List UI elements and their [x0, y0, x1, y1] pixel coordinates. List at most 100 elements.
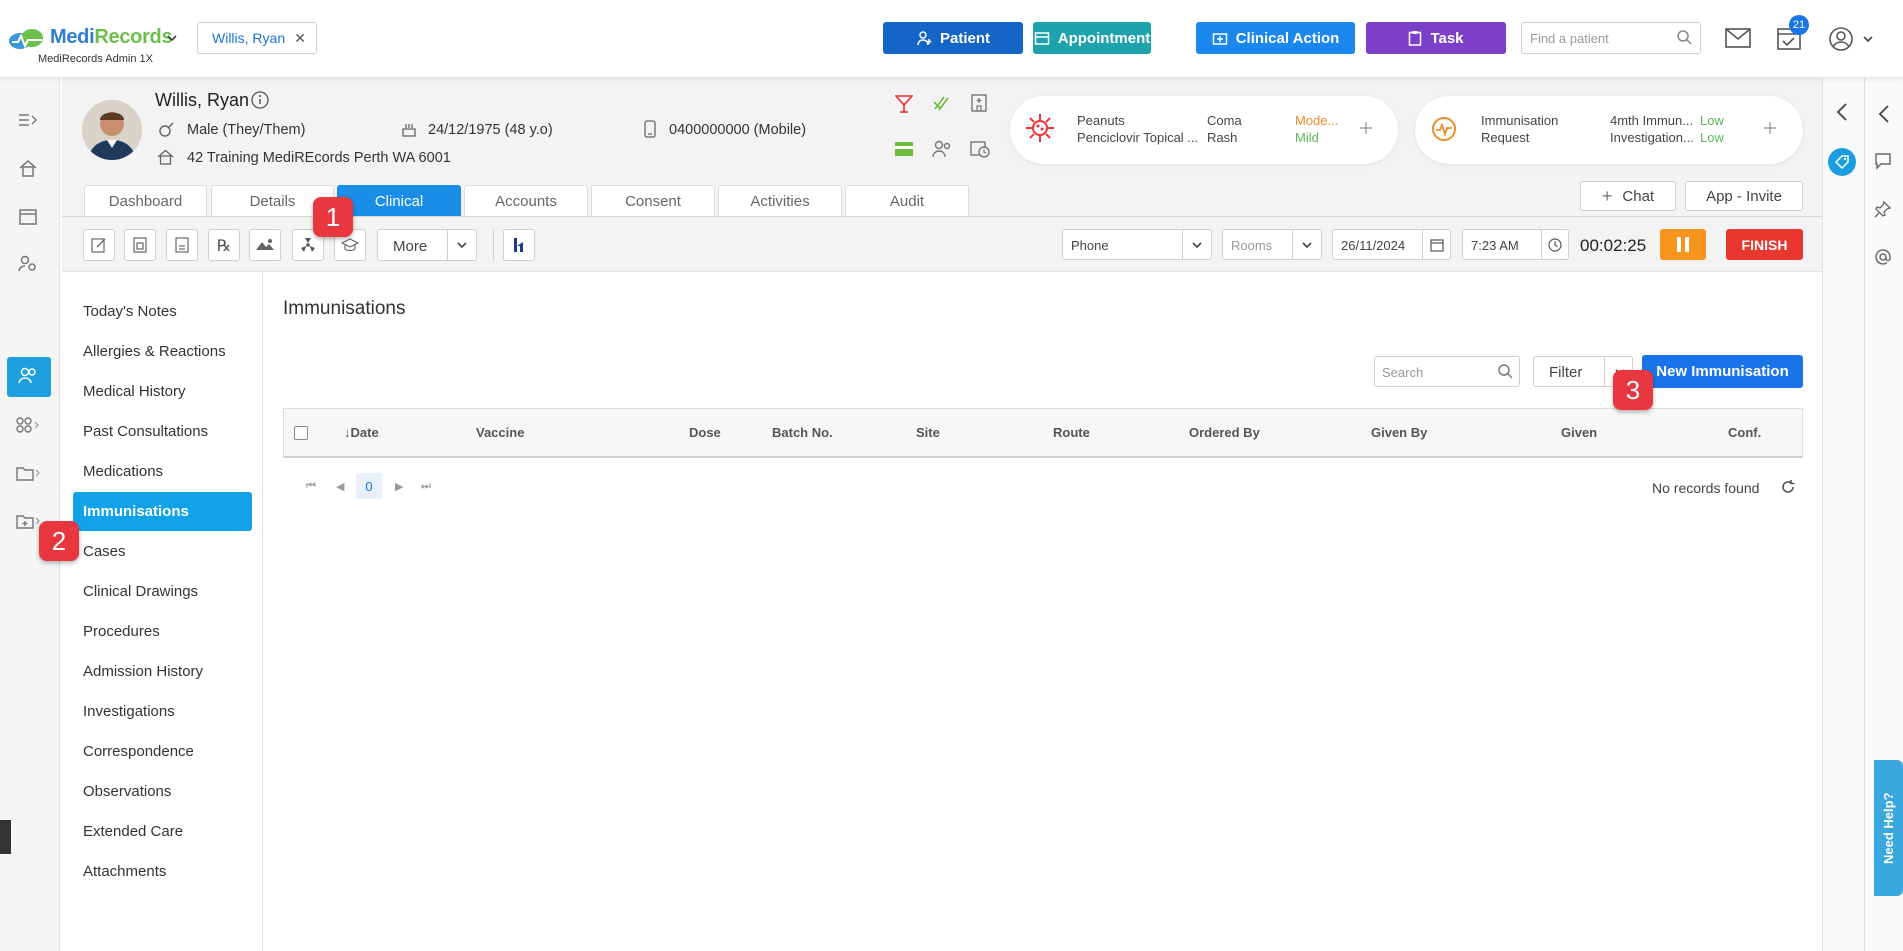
chevron-down-icon[interactable] — [456, 239, 468, 251]
smoking-icon[interactable] — [932, 94, 952, 112]
comment-icon[interactable] — [1874, 152, 1892, 170]
select-all-checkbox[interactable] — [294, 426, 308, 440]
sidebar-item-medical-history[interactable]: Medical History — [83, 383, 186, 400]
prev-page-icon[interactable]: ◀ — [336, 480, 344, 493]
family-icon[interactable] — [932, 140, 952, 158]
calendar-clock-icon[interactable] — [970, 140, 990, 158]
allergy-card[interactable] — [1010, 96, 1398, 164]
pin-icon[interactable] — [1874, 200, 1892, 218]
app-invite-button[interactable]: App - Invite — [1685, 181, 1803, 211]
sidebar-item-extended-care[interactable]: Extended Care — [83, 823, 183, 840]
column-site[interactable]: Site — [916, 425, 940, 440]
info-icon[interactable] — [251, 91, 269, 109]
people-search-icon[interactable] — [14, 250, 42, 278]
column-given-by[interactable]: Given By — [1371, 425, 1427, 440]
clinical-action-button[interactable]: Clinical Action — [1196, 22, 1355, 54]
tab-accounts[interactable]: Accounts — [464, 185, 588, 217]
sidebar-item-past-consultations[interactable]: Past Consultations — [83, 423, 208, 440]
user-avatar-icon[interactable] — [1828, 26, 1854, 52]
collapse-menu-icon[interactable] — [14, 106, 42, 134]
home-icon[interactable] — [14, 154, 42, 182]
tab-activities[interactable]: Activities — [718, 185, 842, 217]
at-mention-icon[interactable] — [1874, 248, 1892, 266]
patients-icon[interactable] — [14, 362, 42, 390]
find-patient-input[interactable]: Find a patient — [1521, 22, 1701, 54]
chevron-down-icon[interactable] — [166, 32, 178, 44]
sidebar-item-admission-history[interactable]: Admission History — [83, 663, 203, 680]
add-allergy-icon[interactable] — [1359, 121, 1373, 135]
tag-icon[interactable] — [1828, 148, 1856, 176]
column-dose[interactable]: Dose — [689, 425, 721, 440]
apps-icon[interactable] — [14, 411, 42, 439]
sidebar-item-allergies[interactable]: Allergies & Reactions — [83, 343, 226, 360]
new-immunisation-button[interactable]: New Immunisation — [1642, 355, 1803, 388]
column-ordered-by[interactable]: Ordered By — [1189, 425, 1260, 440]
sidebar-item-observations[interactable]: Observations — [83, 783, 171, 800]
side-widget-handle[interactable] — [0, 820, 11, 854]
current-page[interactable]: 0 — [356, 473, 382, 499]
chevron-down-icon[interactable] — [1862, 33, 1874, 45]
chevron-left-icon[interactable] — [1878, 104, 1890, 124]
patient-button[interactable]: Patient — [883, 22, 1023, 54]
tab-audit[interactable]: Audit — [845, 185, 969, 217]
add-reminder-icon[interactable] — [1763, 121, 1777, 135]
document-icon[interactable] — [166, 229, 198, 261]
clock-icon[interactable] — [1548, 238, 1562, 252]
sidebar-item-correspondence[interactable]: Correspondence — [83, 743, 194, 760]
search-icon[interactable] — [1676, 29, 1692, 45]
imaging-icon[interactable] — [249, 229, 281, 261]
sidebar-item-clinical-drawings[interactable]: Clinical Drawings — [83, 583, 198, 600]
tab-consent[interactable]: Consent — [591, 185, 715, 217]
date-input[interactable]: 26/11/2024 — [1332, 229, 1451, 260]
prescription-icon[interactable]: ℞ — [208, 229, 240, 261]
chevron-left-icon[interactable] — [1836, 102, 1848, 122]
column-batch-no[interactable]: Batch No. — [772, 425, 833, 440]
healthlink-icon[interactable] — [503, 229, 535, 261]
add-folder-icon[interactable] — [14, 507, 42, 535]
next-page-icon[interactable]: ▶ — [395, 480, 403, 493]
tab-dashboard[interactable]: Dashboard — [84, 185, 207, 217]
chevron-down-icon[interactable] — [1191, 239, 1203, 251]
credit-card-icon[interactable] — [894, 141, 914, 157]
reminder-card[interactable] — [1415, 96, 1803, 164]
sidebar-item-cases[interactable]: Cases — [83, 543, 126, 560]
more-dropdown[interactable]: More — [377, 229, 477, 261]
calendar-icon[interactable] — [14, 202, 42, 230]
task-button[interactable]: Task — [1366, 22, 1506, 54]
column-route[interactable]: Route — [1053, 425, 1090, 440]
pathology-icon[interactable] — [124, 229, 156, 261]
rooms-select[interactable]: Rooms — [1222, 229, 1322, 260]
appointment-button[interactable]: Appointment — [1033, 22, 1151, 54]
sidebar-item-immunisations[interactable]: Immunisations — [83, 503, 189, 520]
close-icon[interactable]: ✕ — [294, 30, 306, 47]
search-input[interactable]: Search — [1374, 356, 1520, 387]
chat-button[interactable]: + Chat — [1580, 181, 1676, 211]
app-logo[interactable]: MediRecords — [50, 26, 173, 49]
hospital-building-icon[interactable] — [971, 94, 987, 112]
pause-button[interactable] — [1660, 229, 1706, 260]
sidebar-item-medications[interactable]: Medications — [83, 463, 163, 480]
sidebar-item-procedures[interactable]: Procedures — [83, 623, 160, 640]
edit-note-icon[interactable] — [83, 229, 115, 261]
first-page-icon[interactable]: ⏮ — [306, 480, 316, 493]
folder-icon[interactable] — [14, 459, 42, 487]
mail-icon[interactable] — [1725, 28, 1751, 48]
column-date[interactable]: ↓Date — [344, 425, 379, 440]
calendar-icon[interactable] — [1430, 238, 1444, 252]
alcohol-glass-icon[interactable] — [895, 94, 913, 114]
tab-clinical[interactable]: Clinical — [337, 185, 461, 217]
need-help-tab[interactable]: Need Help? — [1874, 760, 1903, 896]
finish-button[interactable]: FINISH — [1726, 229, 1803, 260]
chevron-down-icon[interactable] — [1301, 239, 1313, 251]
last-page-icon[interactable]: ⏭ — [421, 480, 431, 493]
column-conf[interactable]: Conf. — [1728, 425, 1761, 440]
column-given[interactable]: Given — [1561, 425, 1597, 440]
search-icon[interactable] — [1497, 363, 1513, 379]
consult-mode-select[interactable]: Phone — [1062, 229, 1212, 260]
refresh-icon[interactable] — [1780, 479, 1796, 495]
sidebar-item-attachments[interactable]: Attachments — [83, 863, 166, 880]
sidebar-item-todays-notes[interactable]: Today's Notes — [83, 303, 177, 320]
sidebar-item-investigations[interactable]: Investigations — [83, 703, 175, 720]
column-vaccine[interactable]: Vaccine — [476, 425, 524, 440]
open-patient-tab[interactable]: Willis, Ryan ✕ — [197, 22, 317, 54]
